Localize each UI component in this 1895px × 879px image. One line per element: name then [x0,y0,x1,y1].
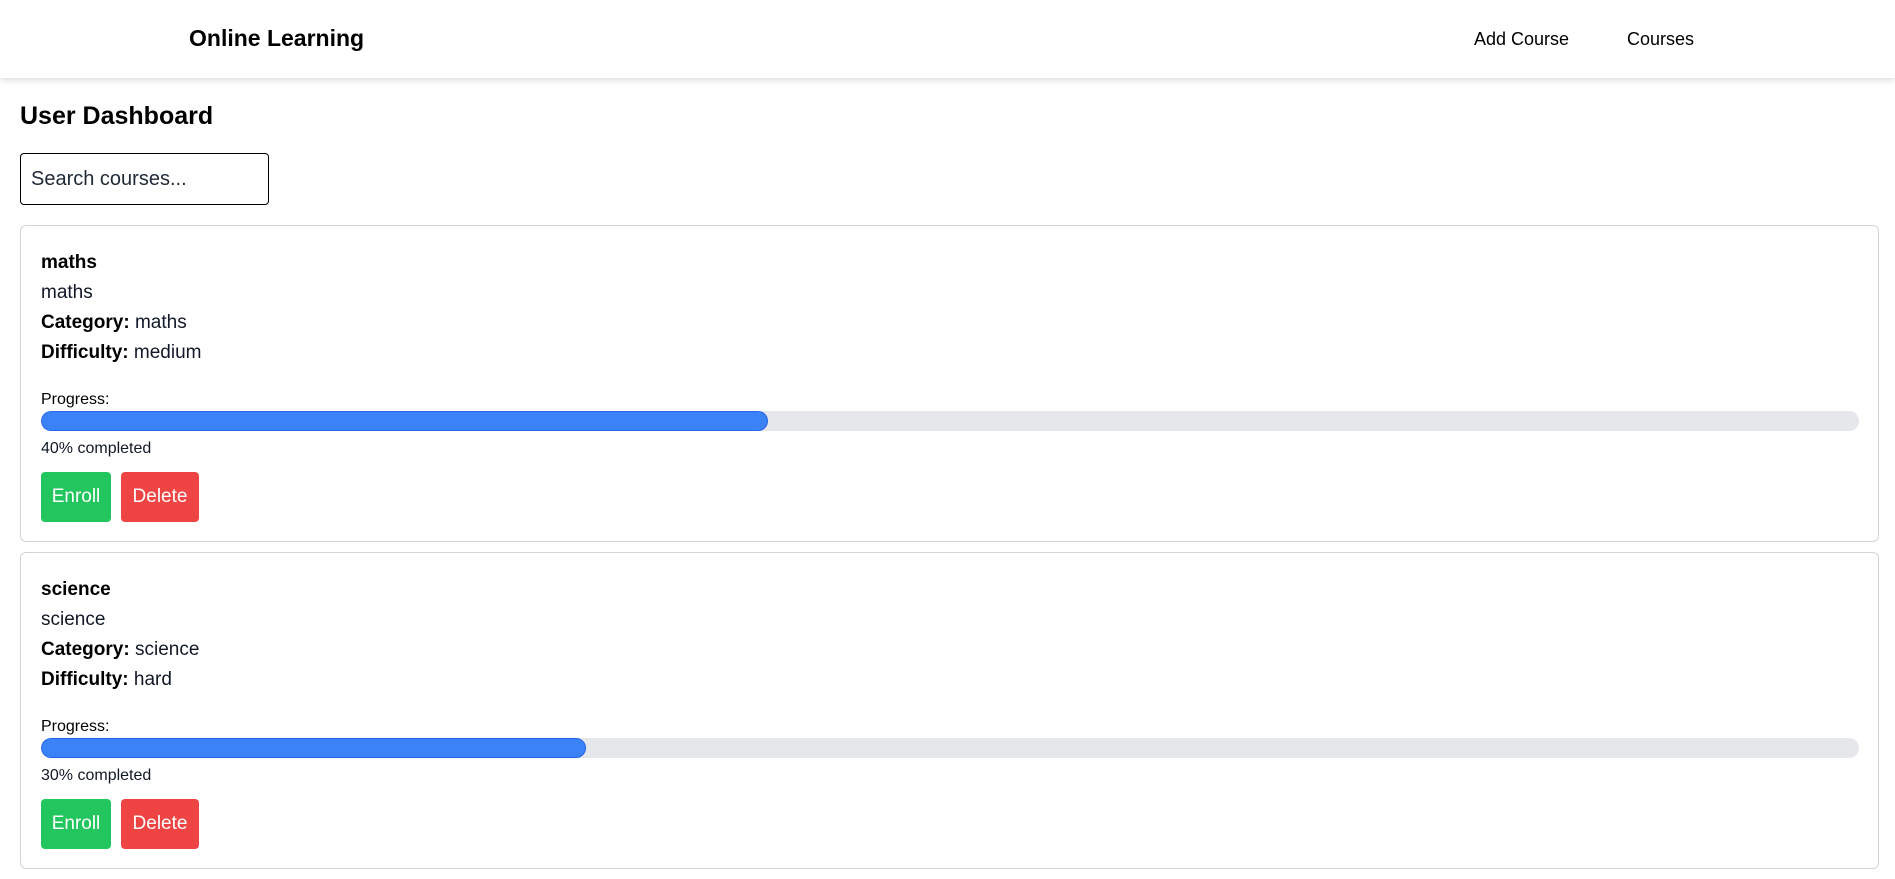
progress-bar-fill [41,738,587,758]
category-label: Category: [41,639,130,660]
progress-bar [41,411,1859,431]
category-value: maths [134,312,187,333]
difficulty-label: Difficulty: [41,669,129,690]
delete-button[interactable]: Delete [121,799,199,849]
difficulty-label: Difficulty: [41,342,129,363]
difficulty-value: medium [133,342,202,363]
nav-add-course-link[interactable]: Add Course [1474,29,1569,50]
progress-text: 40% completed [41,440,152,457]
course-difficulty: Difficulty: medium [41,342,201,364]
search-input[interactable] [20,153,269,205]
progress-label: Progress: [41,391,110,408]
course-description: maths [41,282,93,303]
delete-button[interactable]: Delete [121,472,199,522]
progress-label: Progress: [41,718,110,735]
course-card: science science Category: science Diffic… [20,552,1879,869]
category-label: Category: [41,312,130,333]
course-difficulty: Difficulty: hard [41,669,172,691]
enroll-button[interactable]: Enroll [41,472,111,522]
course-category: Category: maths [41,312,187,334]
nav-courses-link[interactable]: Courses [1627,29,1694,50]
difficulty-value: hard [133,669,172,690]
category-value: science [134,639,200,660]
course-category: Category: science [41,639,199,661]
progress-text: 30% completed [41,767,152,784]
brand-title[interactable]: Online Learning [189,25,364,52]
top-navbar: Online Learning Add Course Courses [0,0,1895,78]
page-title: User Dashboard [20,102,214,130]
enroll-button[interactable]: Enroll [41,799,111,849]
course-description: science [41,609,106,630]
course-card: maths maths Category: maths Difficulty: … [20,225,1879,542]
progress-bar-fill [41,411,769,431]
course-title: maths [41,252,97,273]
course-title: science [41,579,111,600]
progress-bar [41,738,1859,758]
course-list: maths maths Category: maths Difficulty: … [20,225,1879,879]
